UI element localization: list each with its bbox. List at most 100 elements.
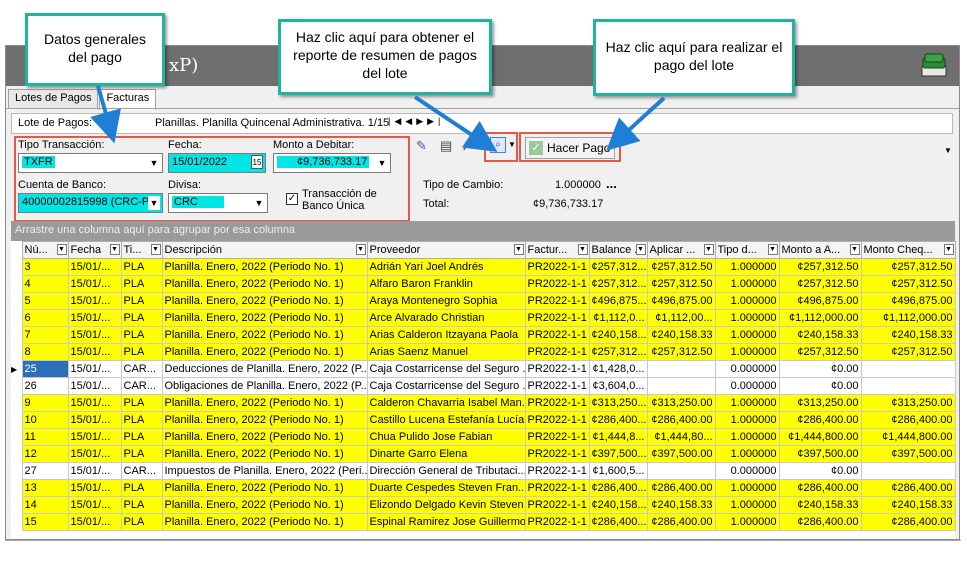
table-cell[interactable]: Planilla. Enero, 2022 (Periodo No. 1) xyxy=(161,411,368,429)
column-header[interactable]: Factur... ▼ xyxy=(524,241,590,259)
table-cell[interactable]: Planilla. Enero, 2022 (Periodo No. 1) xyxy=(161,513,368,531)
table-cell[interactable]: ¢240,158.33 xyxy=(646,326,716,344)
table-cell[interactable]: 15/01/... xyxy=(67,275,122,293)
table-cell[interactable]: ¢397,500.00 xyxy=(778,445,862,463)
column-header[interactable]: Nú... ▼ xyxy=(21,241,69,259)
table-cell[interactable]: ¢1,112,0... xyxy=(588,309,648,327)
books-icon[interactable] xyxy=(919,52,949,80)
table-cell[interactable]: 15/01/... xyxy=(67,326,122,344)
filter-dropdown-icon[interactable]: ▼ xyxy=(703,244,714,255)
table-cell[interactable]: Araya Montenegro Sophia xyxy=(366,292,526,310)
table-cell[interactable]: ¢286,400.00 xyxy=(646,479,716,497)
table-cell[interactable]: 15 xyxy=(21,513,69,531)
table-cell[interactable]: Caja Costarricense del Seguro ... xyxy=(366,377,526,395)
table-cell[interactable]: PLA xyxy=(120,428,163,446)
table-cell[interactable]: ¢397,500.00 xyxy=(860,445,956,463)
table-cell[interactable]: PR2022-1-1 xyxy=(524,377,590,395)
table-cell[interactable]: Dirección General de Tributaci... xyxy=(366,462,526,480)
first-record-icon[interactable]: |◀ xyxy=(388,116,405,126)
table-cell[interactable]: ¢257,312... xyxy=(588,275,648,293)
last-record-icon[interactable]: ▶| xyxy=(427,116,444,126)
hacer-pago-button[interactable]: ✓ Hacer Pago xyxy=(525,137,615,159)
table-cell[interactable]: ¢3,604,0... xyxy=(588,377,648,395)
table-cell[interactable]: ¢286,400... xyxy=(588,411,648,429)
table-row[interactable]: 7 15/01/... PLA Planilla. Enero, 2022 (Peri… xyxy=(11,326,956,344)
table-cell[interactable]: 1.000000 xyxy=(714,292,780,310)
table-cell[interactable]: ¢240,158.33 xyxy=(860,326,956,344)
table-cell[interactable]: ¢286,400.00 xyxy=(860,411,956,429)
column-header[interactable]: Ti... ▼ xyxy=(120,241,163,259)
table-cell[interactable] xyxy=(860,360,956,378)
table-cell[interactable]: PLA xyxy=(120,292,163,310)
table-cell[interactable]: 15/01/... xyxy=(67,428,122,446)
table-cell[interactable]: ¢313,250.00 xyxy=(860,394,956,412)
table-cell[interactable]: ¢240,158.33 xyxy=(860,496,956,514)
banco-unica-checkbox[interactable]: ✓ xyxy=(286,193,298,205)
table-row[interactable]: 10 15/01/... PLA Planilla. Enero, 2022 (Per… xyxy=(11,411,956,429)
table-cell[interactable]: 1.000000 xyxy=(714,411,780,429)
table-cell[interactable]: Planilla. Enero, 2022 (Periodo No. 1) xyxy=(161,309,368,327)
column-header[interactable]: Proveedor ▼ xyxy=(366,241,526,259)
table-row[interactable]: 5 15/01/... PLA Planilla. Enero, 2022 (Peri… xyxy=(11,292,956,310)
next-record-icon[interactable]: ▶ xyxy=(416,116,427,126)
table-cell[interactable]: Alfaro Baron Franklin xyxy=(366,275,526,293)
table-cell[interactable]: ¢257,312.50 xyxy=(860,275,956,293)
table-cell[interactable]: ¢286,400.00 xyxy=(778,479,862,497)
table-cell[interactable]: ¢257,312.50 xyxy=(778,275,862,293)
table-cell[interactable]: 6 xyxy=(21,309,69,327)
table-cell[interactable]: PR2022-1-1 xyxy=(524,428,590,446)
filter-dropdown-icon[interactable]: ▼ xyxy=(109,244,120,255)
table-cell[interactable]: PR2022-1-1 xyxy=(524,360,590,378)
table-cell[interactable]: ¢0.00 xyxy=(778,462,862,480)
table-cell[interactable]: ¢397,500.00 xyxy=(646,445,716,463)
tipo-cambio-more-button[interactable]: ... xyxy=(606,176,617,191)
table-cell[interactable]: Arce Alvarado Christian xyxy=(366,309,526,327)
table-cell[interactable]: ¢1,600,5... xyxy=(588,462,648,480)
table-cell[interactable]: PLA xyxy=(120,326,163,344)
table-cell[interactable]: ¢257,312.50 xyxy=(778,343,862,361)
filter-dropdown-icon[interactable]: ▼ xyxy=(943,244,954,255)
table-cell[interactable]: ¢1,444,800.00 xyxy=(860,428,956,446)
table-cell[interactable]: 15/01/... xyxy=(67,377,122,395)
tab-facturas[interactable]: Facturas xyxy=(99,89,157,110)
table-cell[interactable]: Planilla. Enero, 2022 (Periodo No. 1) xyxy=(161,258,368,276)
table-cell[interactable]: 1.000000 xyxy=(714,275,780,293)
table-cell[interactable]: PLA xyxy=(120,394,163,412)
table-row[interactable]: 26 15/01/... CAR... Obligaciones de Planill… xyxy=(11,377,956,395)
table-cell[interactable]: ¢257,312.50 xyxy=(646,275,716,293)
table-cell[interactable]: CAR... xyxy=(120,377,163,395)
table-cell[interactable]: ¢1,444,800.00 xyxy=(778,428,862,446)
table-cell[interactable]: ¢1,112,000.00 xyxy=(860,309,956,327)
table-row[interactable]: ▶ 25 15/01/... CAR... Deducciones de Planill… xyxy=(11,360,956,378)
table-cell[interactable]: PR2022-1-1 xyxy=(524,343,590,361)
table-cell[interactable]: ¢286,400.00 xyxy=(778,411,862,429)
table-row[interactable]: 3 15/01/... PLA Planilla. Enero, 2022 (Peri… xyxy=(11,258,956,276)
table-cell[interactable]: Planilla. Enero, 2022 (Periodo No. 1) xyxy=(161,445,368,463)
table-cell[interactable]: Obligaciones de Planilla. Enero, 2022 (P… xyxy=(161,377,368,395)
table-cell[interactable]: ¢1,112,000.00 xyxy=(778,309,862,327)
table-cell[interactable] xyxy=(646,462,716,480)
filter-dropdown-icon[interactable]: ▼ xyxy=(577,244,588,255)
group-by-area[interactable]: Arrastre una columna aquí para agrupar p… xyxy=(11,221,955,241)
table-cell[interactable]: ¢240,158.33 xyxy=(778,326,862,344)
table-cell[interactable]: 15/01/... xyxy=(67,309,122,327)
table-cell[interactable]: 15/01/... xyxy=(67,479,122,497)
table-cell[interactable]: ¢286,400... xyxy=(588,479,648,497)
table-cell[interactable]: ¢257,312.50 xyxy=(860,258,956,276)
monto-input[interactable]: ¢9,736,733.17 ▼ xyxy=(273,153,391,173)
table-cell[interactable]: ¢240,158... xyxy=(588,496,648,514)
prev-record-icon[interactable]: ◀ xyxy=(405,116,416,126)
table-cell[interactable]: ¢257,312.50 xyxy=(646,258,716,276)
table-cell[interactable]: ¢257,312.50 xyxy=(860,343,956,361)
table-cell[interactable]: 15/01/... xyxy=(67,496,122,514)
table-cell[interactable]: 15/01/... xyxy=(67,462,122,480)
column-header[interactable]: Balance ... ▼ xyxy=(588,241,648,259)
table-cell[interactable]: PLA xyxy=(120,411,163,429)
table-cell[interactable]: PLA xyxy=(120,513,163,531)
table-cell[interactable]: PLA xyxy=(120,343,163,361)
table-row[interactable]: 6 15/01/... PLA Planilla. Enero, 2022 (Peri… xyxy=(11,309,956,327)
table-cell[interactable]: PR2022-1-1 xyxy=(524,292,590,310)
table-cell[interactable]: CAR... xyxy=(120,360,163,378)
divisa-select[interactable]: CRC ▼ xyxy=(168,193,268,213)
chevron-down-icon[interactable]: ▼ xyxy=(253,196,265,210)
